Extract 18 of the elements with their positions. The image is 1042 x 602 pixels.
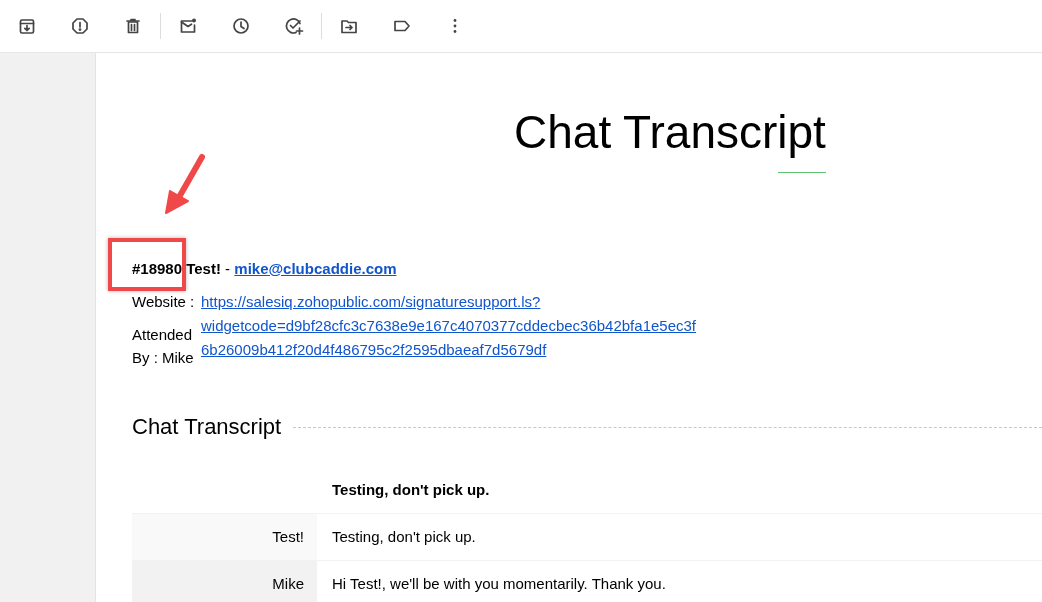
- attended-by-label: Attended By : Mike: [132, 325, 195, 368]
- sender-name: Mike: [132, 561, 317, 602]
- sender-name: Test!: [132, 514, 317, 560]
- chat-heading: #18980 Test! - mike@clubcaddie.com: [132, 260, 398, 278]
- website-label: Website :: [132, 292, 196, 312]
- chat-subject: Testing, don't pick up.: [331, 480, 491, 500]
- message-text: Hi Test!, we'll be with you momentarily. Thank you.: [331, 574, 667, 594]
- report-spam-icon[interactable]: [70, 16, 90, 36]
- mark-unread-icon[interactable]: [178, 16, 198, 36]
- message-text: Testing, don't pick up.: [331, 527, 477, 547]
- page-title: Chat Transcript: [514, 106, 826, 159]
- snooze-icon[interactable]: [231, 16, 251, 36]
- website-link[interactable]: https://salesiq.zohopublic.com/signaturesupport.ls?widgetcode=d9bf28cfc3c7638e9e167c4070377cddecbec36b42bfa1e5ec3f6b26009b412f20d4f486795c2f2595dbaeaf7d5679df: [201, 290, 701, 362]
- delete-icon[interactable]: [123, 16, 143, 36]
- email-link[interactable]: mike@clubcaddie.com: [234, 260, 397, 277]
- add-task-icon[interactable]: [284, 16, 304, 36]
- archive-icon[interactable]: [17, 16, 37, 36]
- section-heading: Chat Transcript: [132, 414, 282, 440]
